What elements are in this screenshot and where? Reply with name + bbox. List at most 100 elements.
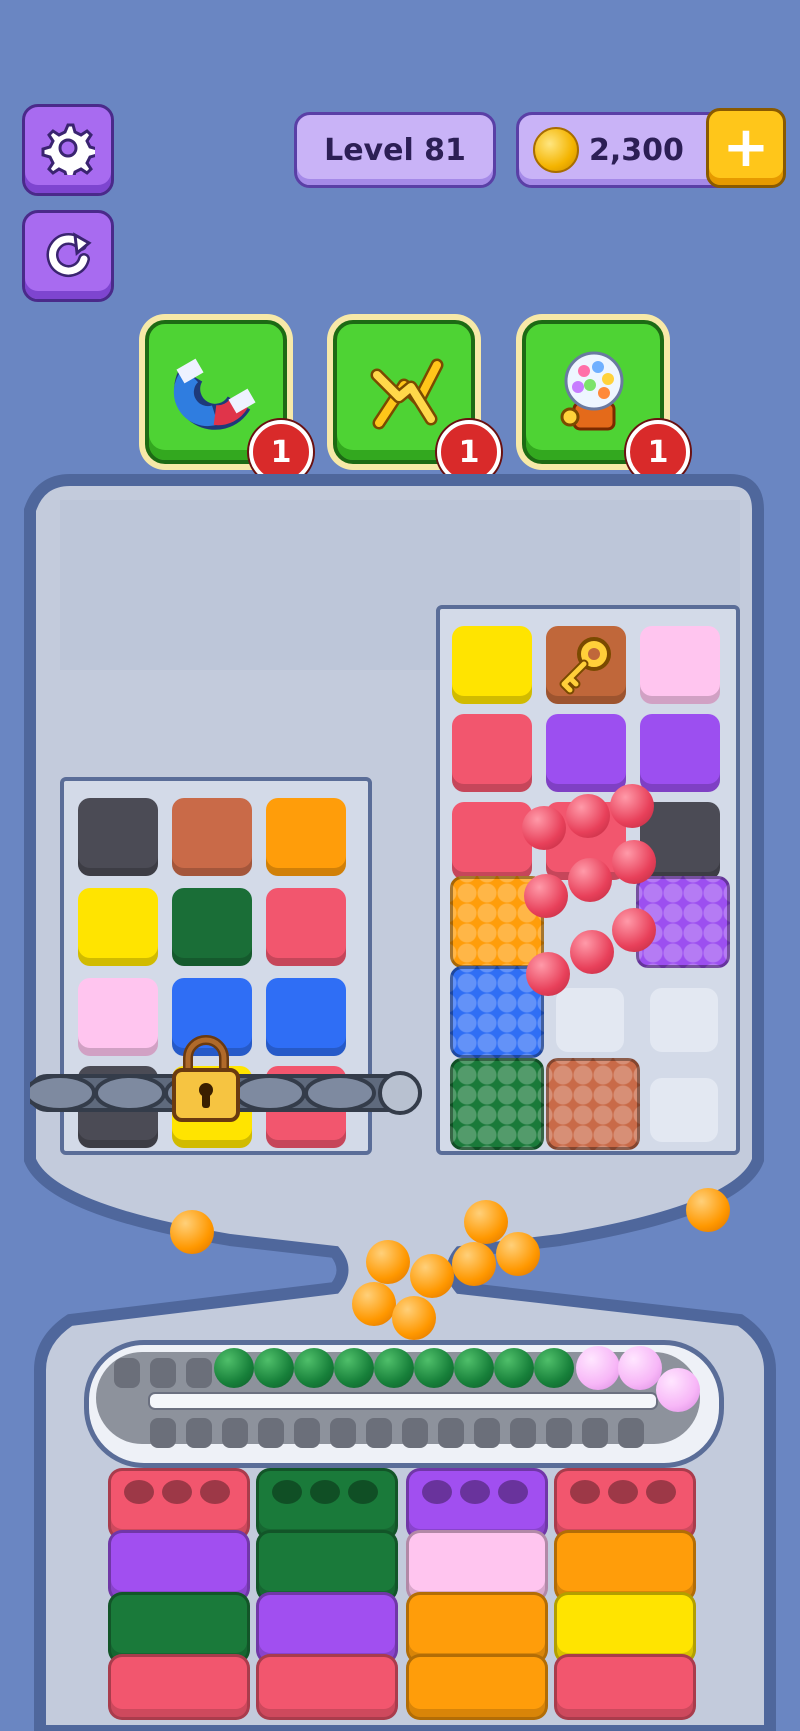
green-ball — [294, 1348, 334, 1388]
restart-button[interactable] — [22, 210, 114, 302]
shuffle-booster-button[interactable]: 1 — [333, 320, 501, 484]
red-ball — [568, 858, 612, 902]
color-block[interactable] — [78, 978, 158, 1056]
color-block[interactable] — [78, 798, 158, 876]
level-label: Level 81 — [324, 132, 466, 168]
restart-icon — [41, 227, 95, 285]
conveyor-slot — [258, 1418, 284, 1448]
settings-button[interactable] — [22, 104, 114, 196]
color-block[interactable] — [172, 798, 252, 876]
pink-ball — [656, 1368, 700, 1412]
red-ball — [610, 784, 654, 828]
orange-ball — [686, 1188, 730, 1232]
orange-ball — [170, 1210, 214, 1254]
conveyor-slot — [546, 1418, 572, 1448]
red-ball — [526, 952, 570, 996]
bin-hole — [162, 1480, 192, 1504]
pink-ball — [618, 1346, 662, 1390]
color-block[interactable] — [640, 714, 720, 792]
green-ball — [494, 1348, 534, 1388]
orange-ball — [464, 1200, 508, 1244]
gear-icon — [41, 121, 99, 181]
gumball-machine-icon — [548, 345, 638, 439]
shuffle-count: 1 — [458, 434, 480, 470]
green-ball — [254, 1348, 294, 1388]
bin-hole — [422, 1480, 452, 1504]
conveyor-slot — [150, 1358, 176, 1388]
bin-hole — [498, 1480, 528, 1504]
coin-icon — [533, 127, 579, 173]
bin-hole — [608, 1480, 638, 1504]
orange-ball — [410, 1254, 454, 1298]
coin-amount: 2,300 — [589, 132, 684, 168]
bin-hole — [310, 1480, 340, 1504]
conveyor-slot — [510, 1418, 536, 1448]
gumball-count: 1 — [647, 434, 669, 470]
conveyor-slot — [402, 1418, 428, 1448]
orange-ball — [496, 1232, 540, 1276]
orange-ball — [452, 1242, 496, 1286]
green-ball — [374, 1348, 414, 1388]
key-tile[interactable] — [546, 626, 626, 704]
key-icon — [552, 630, 620, 700]
green-ball — [454, 1348, 494, 1388]
orange-ball — [352, 1282, 396, 1326]
magnet-booster-button[interactable]: 1 — [145, 320, 313, 484]
add-coins-button[interactable]: + — [706, 108, 786, 188]
green-ball-block[interactable] — [450, 1058, 544, 1150]
pink-ball — [576, 1346, 620, 1390]
red-ball — [570, 930, 614, 974]
orange-ball — [392, 1296, 436, 1340]
padlock-icon[interactable] — [170, 1032, 242, 1128]
empty-cell — [650, 988, 718, 1052]
magnet-icon — [171, 345, 261, 439]
bin-hole — [272, 1480, 302, 1504]
color-block[interactable] — [640, 626, 720, 704]
color-block[interactable] — [452, 714, 532, 792]
conveyor-slot — [438, 1418, 464, 1448]
red-ball — [524, 874, 568, 918]
conveyor-slot — [150, 1418, 176, 1448]
conveyor-slot — [222, 1418, 248, 1448]
green-ball — [534, 1348, 574, 1388]
conveyor-slot — [330, 1418, 356, 1448]
orange-ball — [366, 1240, 410, 1284]
conveyor-slot — [366, 1418, 392, 1448]
gumball-booster-button[interactable]: 1 — [522, 320, 690, 484]
bin-layer — [108, 1654, 250, 1720]
conveyor-slot — [114, 1358, 140, 1388]
conveyor-slot — [186, 1418, 212, 1448]
conveyor-slot — [294, 1418, 320, 1448]
red-ball — [522, 806, 566, 850]
bin-hole — [348, 1480, 378, 1504]
empty-cell — [650, 1078, 718, 1142]
bin-hole — [124, 1480, 154, 1504]
color-block[interactable] — [452, 802, 532, 880]
shuffle-arrows-icon — [359, 345, 449, 439]
bin-hole — [646, 1480, 676, 1504]
brown-ball-block[interactable] — [546, 1058, 640, 1150]
color-block[interactable] — [266, 798, 346, 876]
bin-layer — [554, 1654, 696, 1720]
color-block[interactable] — [546, 714, 626, 792]
bin-layer — [406, 1654, 548, 1720]
color-block[interactable] — [78, 888, 158, 966]
color-block[interactable] — [266, 978, 346, 1056]
magnet-count: 1 — [270, 434, 292, 470]
red-ball — [566, 794, 610, 838]
bin-layer — [256, 1654, 398, 1720]
plus-icon: + — [722, 115, 770, 180]
conveyor-slot — [474, 1418, 500, 1448]
green-ball — [414, 1348, 454, 1388]
color-block[interactable] — [452, 626, 532, 704]
bin-hole — [570, 1480, 600, 1504]
empty-cell — [556, 988, 624, 1052]
conveyor-slot — [186, 1358, 212, 1388]
level-indicator: Level 81 — [294, 112, 496, 188]
conveyor-rail — [148, 1392, 658, 1410]
color-block[interactable] — [266, 888, 346, 966]
bin-hole — [460, 1480, 490, 1504]
color-block[interactable] — [172, 888, 252, 966]
red-ball — [612, 840, 656, 884]
green-ball — [214, 1348, 254, 1388]
